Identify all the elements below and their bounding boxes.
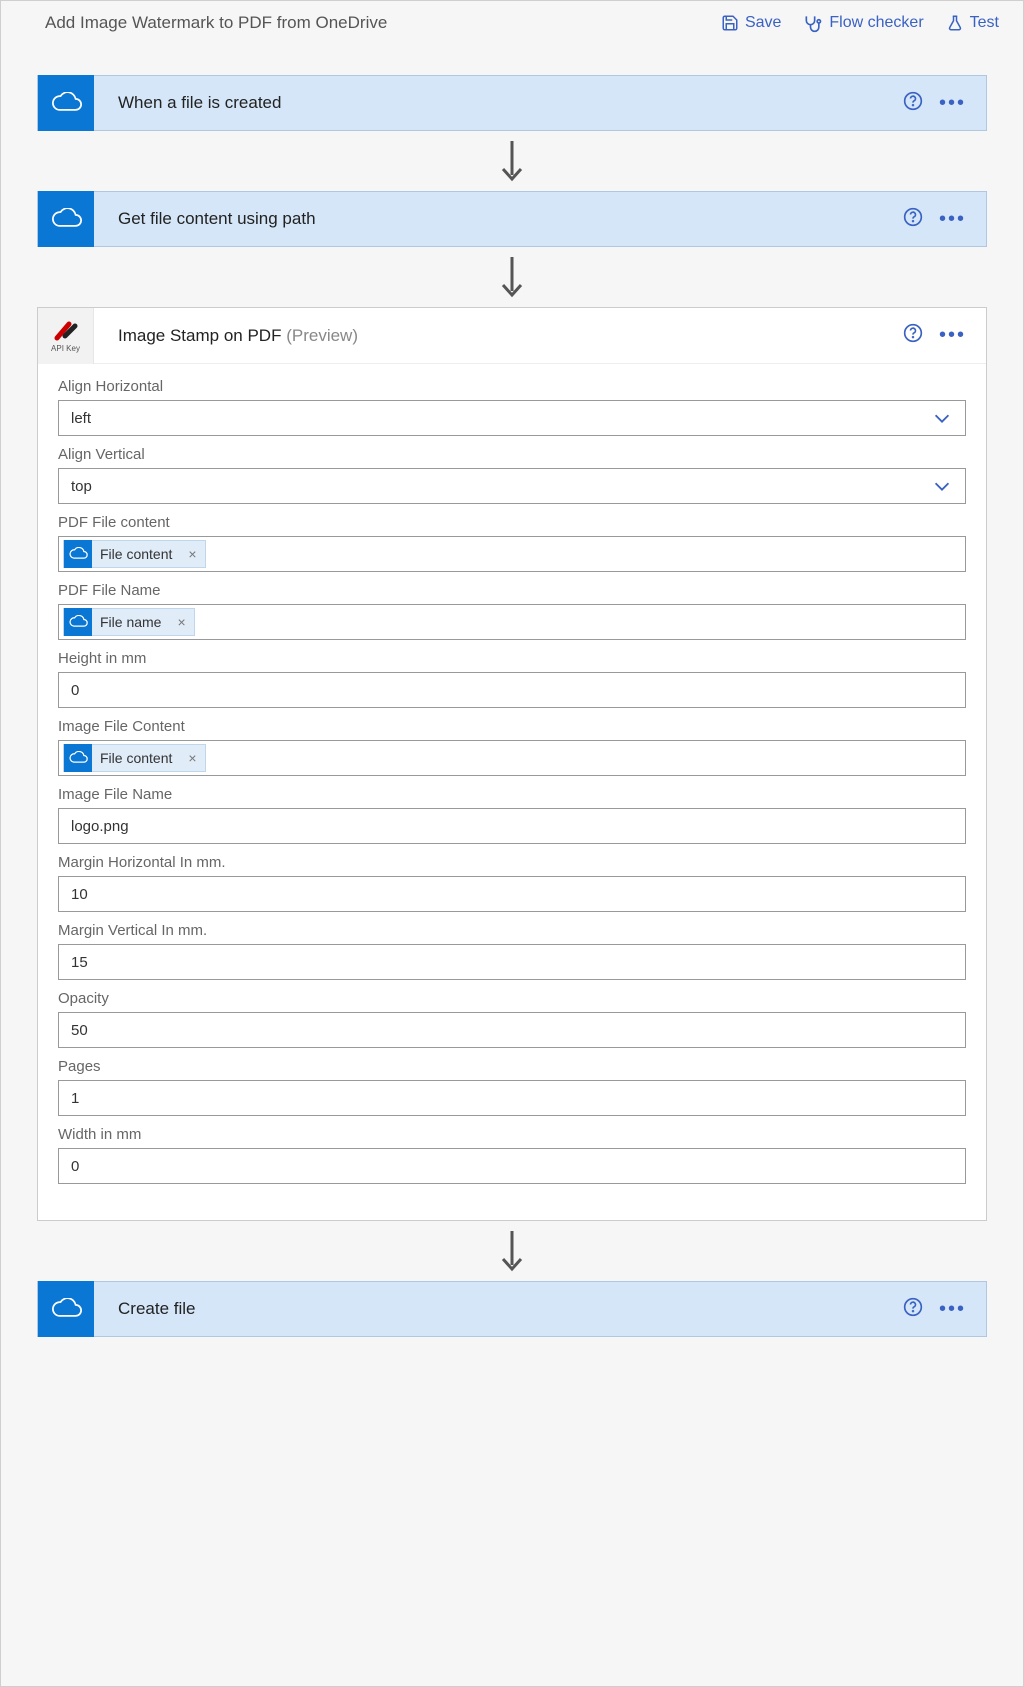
api-key-icon: API Key bbox=[38, 308, 94, 364]
step-title: Create file bbox=[94, 1299, 903, 1319]
pages-input[interactable]: 1 bbox=[58, 1080, 966, 1116]
step-when-file-created[interactable]: When a file is created ••• bbox=[37, 75, 987, 131]
api-key-label: API Key bbox=[51, 344, 80, 353]
pdf-file-content-label: PDF File content bbox=[58, 514, 258, 532]
chevron-down-icon bbox=[931, 407, 953, 429]
align-horizontal-label: Align Horizontal bbox=[58, 378, 258, 396]
step-get-file-content[interactable]: Get file content using path ••• bbox=[37, 191, 987, 247]
file-content-token[interactable]: File content × bbox=[63, 540, 206, 568]
help-icon[interactable] bbox=[903, 1297, 923, 1322]
save-label: Save bbox=[745, 14, 781, 32]
align-vertical-select[interactable]: top bbox=[58, 468, 966, 504]
menu-dots-icon[interactable]: ••• bbox=[939, 324, 966, 347]
remove-token-icon[interactable]: × bbox=[180, 546, 204, 562]
flask-icon bbox=[946, 14, 964, 32]
opacity-label: Opacity bbox=[58, 990, 258, 1008]
pdf-file-name-input[interactable]: File name × bbox=[58, 604, 966, 640]
flow-title[interactable]: Add Image Watermark to PDF from OneDrive bbox=[45, 13, 699, 33]
test-label: Test bbox=[970, 14, 999, 32]
step-header[interactable]: API Key Image Stamp on PDF (Preview) ••• bbox=[38, 308, 986, 364]
image-file-name-input[interactable]: logo.png bbox=[58, 808, 966, 844]
onedrive-icon bbox=[64, 744, 92, 772]
input-value: logo.png bbox=[71, 818, 129, 835]
preview-suffix: (Preview) bbox=[286, 326, 358, 345]
menu-dots-icon[interactable]: ••• bbox=[939, 92, 966, 115]
margin-horizontal-input[interactable]: 10 bbox=[58, 876, 966, 912]
step-image-stamp-on-pdf: API Key Image Stamp on PDF (Preview) •••… bbox=[37, 307, 987, 1221]
onedrive-icon bbox=[64, 540, 92, 568]
onedrive-icon bbox=[38, 75, 94, 131]
step-body: Align Horizontal left Align Vertical top… bbox=[38, 364, 986, 1220]
help-icon[interactable] bbox=[903, 323, 923, 348]
width-mm-input[interactable]: 0 bbox=[58, 1148, 966, 1184]
select-value: top bbox=[71, 478, 92, 495]
select-value: left bbox=[71, 410, 91, 427]
remove-token-icon[interactable]: × bbox=[180, 750, 204, 766]
menu-dots-icon[interactable]: ••• bbox=[939, 208, 966, 231]
flow-checker-label: Flow checker bbox=[829, 14, 923, 32]
token-label: File content bbox=[100, 750, 180, 766]
align-horizontal-select[interactable]: left bbox=[58, 400, 966, 436]
token-label: File name bbox=[100, 614, 169, 630]
save-icon bbox=[721, 14, 739, 32]
margin-vertical-input[interactable]: 15 bbox=[58, 944, 966, 980]
header-bar: Add Image Watermark to PDF from OneDrive… bbox=[1, 1, 1023, 45]
margin-horizontal-label: Margin Horizontal In mm. bbox=[58, 854, 258, 872]
margin-vertical-label: Margin Vertical In mm. bbox=[58, 922, 258, 940]
pages-label: Pages bbox=[58, 1058, 258, 1076]
flow-designer: Add Image Watermark to PDF from OneDrive… bbox=[0, 0, 1024, 1687]
flow-canvas: When a file is created ••• Get file cont… bbox=[1, 45, 1023, 1337]
token-label: File content bbox=[100, 546, 180, 562]
file-name-token[interactable]: File name × bbox=[63, 608, 195, 636]
help-icon[interactable] bbox=[903, 207, 923, 232]
image-file-name-label: Image File Name bbox=[58, 786, 258, 804]
align-vertical-label: Align Vertical bbox=[58, 446, 258, 464]
input-value: 10 bbox=[71, 886, 88, 903]
width-mm-label: Width in mm bbox=[58, 1126, 258, 1144]
stethoscope-icon bbox=[803, 13, 823, 33]
input-value: 1 bbox=[71, 1090, 79, 1107]
arrow-down-icon bbox=[37, 1221, 987, 1281]
test-button[interactable]: Test bbox=[946, 14, 999, 32]
step-title: Image Stamp on PDF (Preview) bbox=[94, 326, 903, 346]
menu-dots-icon[interactable]: ••• bbox=[939, 1298, 966, 1321]
arrow-down-icon bbox=[37, 247, 987, 307]
input-value: 0 bbox=[71, 1158, 79, 1175]
remove-token-icon[interactable]: × bbox=[169, 614, 193, 630]
arrow-down-icon bbox=[37, 131, 987, 191]
opacity-input[interactable]: 50 bbox=[58, 1012, 966, 1048]
help-icon[interactable] bbox=[903, 91, 923, 116]
step-create-file[interactable]: Create file ••• bbox=[37, 1281, 987, 1337]
flow-checker-button[interactable]: Flow checker bbox=[803, 13, 923, 33]
onedrive-icon bbox=[38, 191, 94, 247]
chevron-down-icon bbox=[931, 475, 953, 497]
input-value: 15 bbox=[71, 954, 88, 971]
input-value: 50 bbox=[71, 1022, 88, 1039]
onedrive-icon bbox=[64, 608, 92, 636]
pdf-file-content-input[interactable]: File content × bbox=[58, 536, 966, 572]
pdf-file-name-label: PDF File Name bbox=[58, 582, 258, 600]
image-file-content-label: Image File Content bbox=[58, 718, 258, 736]
onedrive-icon bbox=[38, 1281, 94, 1337]
image-file-content-input[interactable]: File content × bbox=[58, 740, 966, 776]
step-title: Get file content using path bbox=[94, 209, 903, 229]
save-button[interactable]: Save bbox=[721, 14, 781, 32]
height-mm-input[interactable]: 0 bbox=[58, 672, 966, 708]
step-title: When a file is created bbox=[94, 93, 903, 113]
input-value: 0 bbox=[71, 682, 79, 699]
file-content-token[interactable]: File content × bbox=[63, 744, 206, 772]
height-mm-label: Height in mm bbox=[58, 650, 258, 668]
step-title-text: Image Stamp on PDF bbox=[118, 326, 281, 345]
